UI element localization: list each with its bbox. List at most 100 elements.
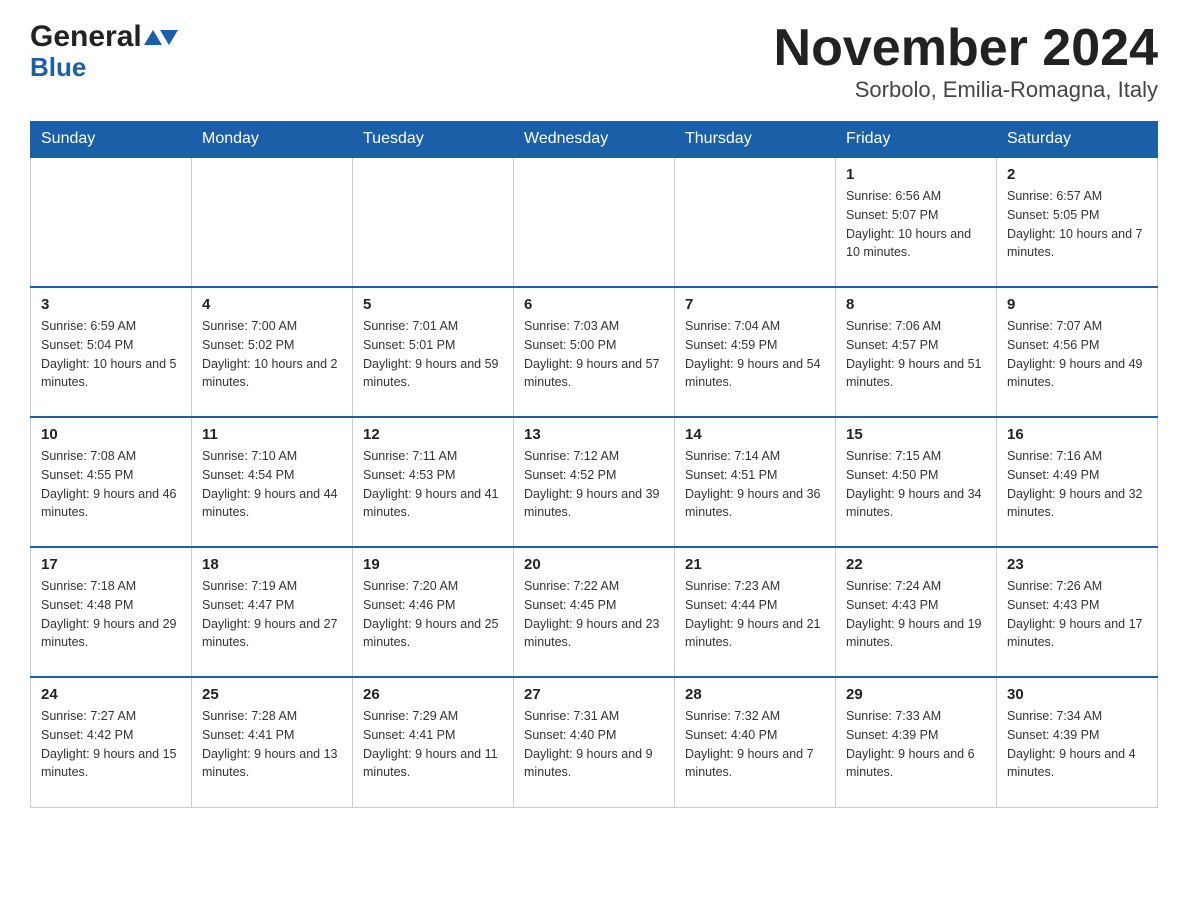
day-number: 30 — [1007, 686, 1147, 703]
calendar-cell — [514, 157, 675, 287]
calendar-cell: 7 Sunrise: 7:04 AM Sunset: 4:59 PM Daylig… — [675, 287, 836, 417]
day-number: 3 — [41, 296, 181, 313]
calendar-cell: 6 Sunrise: 7:03 AM Sunset: 5:00 PM Daylig… — [514, 287, 675, 417]
calendar-cell: 25 Sunrise: 7:28 AM Sunset: 4:41 PM Dayli… — [192, 677, 353, 807]
calendar-cell: 5 Sunrise: 7:01 AM Sunset: 5:01 PM Daylig… — [353, 287, 514, 417]
day-info: Sunrise: 7:16 AM Sunset: 4:49 PM Dayligh… — [1007, 447, 1147, 522]
day-info: Sunrise: 7:01 AM Sunset: 5:01 PM Dayligh… — [363, 317, 503, 392]
page-subtitle: Sorbolo, Emilia-Romagna, Italy — [774, 77, 1158, 103]
day-info: Sunrise: 7:19 AM Sunset: 4:47 PM Dayligh… — [202, 577, 342, 652]
day-info: Sunrise: 6:56 AM Sunset: 5:07 PM Dayligh… — [846, 187, 986, 262]
day-number: 26 — [363, 686, 503, 703]
day-info: Sunrise: 7:03 AM Sunset: 5:00 PM Dayligh… — [524, 317, 664, 392]
weekday-header-friday: Friday — [836, 122, 997, 158]
page-header: General Blue November 2024 Sorbolo, Emil… — [30, 20, 1158, 103]
day-number: 14 — [685, 426, 825, 443]
day-info: Sunrise: 7:22 AM Sunset: 4:45 PM Dayligh… — [524, 577, 664, 652]
calendar-cell: 21Sunrise: 7:23 AM Sunset: 4:44 PM Dayli… — [675, 547, 836, 677]
calendar-cell: 28 Sunrise: 7:32 AM Sunset: 4:40 PM Dayli… — [675, 677, 836, 807]
day-info: Sunrise: 7:23 AM Sunset: 4:44 PM Dayligh… — [685, 577, 825, 652]
calendar-cell: 16 Sunrise: 7:16 AM Sunset: 4:49 PM Dayli… — [997, 417, 1158, 547]
page-title: November 2024 — [774, 20, 1158, 77]
weekday-header-tuesday: Tuesday — [353, 122, 514, 158]
weekday-header-row: SundayMondayTuesdayWednesdayThursdayFrid… — [31, 122, 1158, 158]
day-info: Sunrise: 7:29 AM Sunset: 4:41 PM Dayligh… — [363, 707, 503, 782]
day-info: Sunrise: 6:57 AM Sunset: 5:05 PM Dayligh… — [1007, 187, 1147, 262]
day-info: Sunrise: 7:24 AM Sunset: 4:43 PM Dayligh… — [846, 577, 986, 652]
day-info: Sunrise: 7:28 AM Sunset: 4:41 PM Dayligh… — [202, 707, 342, 782]
day-number: 25 — [202, 686, 342, 703]
calendar-cell: 30 Sunrise: 7:34 AM Sunset: 4:39 PM Dayli… — [997, 677, 1158, 807]
calendar-week-2: 3 Sunrise: 6:59 AM Sunset: 5:04 PM Daylig… — [31, 287, 1158, 417]
day-number: 12 — [363, 426, 503, 443]
calendar-cell: 13Sunrise: 7:12 AM Sunset: 4:52 PM Dayli… — [514, 417, 675, 547]
day-number: 24 — [41, 686, 181, 703]
calendar-cell: 23 Sunrise: 7:26 AM Sunset: 4:43 PM Dayli… — [997, 547, 1158, 677]
calendar-week-4: 17 Sunrise: 7:18 AM Sunset: 4:48 PM Dayli… — [31, 547, 1158, 677]
calendar-week-5: 24 Sunrise: 7:27 AM Sunset: 4:42 PM Dayli… — [31, 677, 1158, 807]
arrow-down-icon — [160, 30, 178, 45]
calendar-cell: 9Sunrise: 7:07 AM Sunset: 4:56 PM Daylig… — [997, 287, 1158, 417]
day-number: 29 — [846, 686, 986, 703]
calendar-cell — [192, 157, 353, 287]
day-number: 6 — [524, 296, 664, 313]
day-number: 11 — [202, 426, 342, 443]
day-info: Sunrise: 7:27 AM Sunset: 4:42 PM Dayligh… — [41, 707, 181, 782]
logo-general: General — [30, 20, 142, 54]
day-number: 16 — [1007, 426, 1147, 443]
day-number: 23 — [1007, 556, 1147, 573]
day-number: 1 — [846, 166, 986, 183]
weekday-header-wednesday: Wednesday — [514, 122, 675, 158]
day-number: 8 — [846, 296, 986, 313]
day-info: Sunrise: 7:18 AM Sunset: 4:48 PM Dayligh… — [41, 577, 181, 652]
day-info: Sunrise: 7:12 AM Sunset: 4:52 PM Dayligh… — [524, 447, 664, 522]
day-info: Sunrise: 7:26 AM Sunset: 4:43 PM Dayligh… — [1007, 577, 1147, 652]
calendar-cell: 18Sunrise: 7:19 AM Sunset: 4:47 PM Dayli… — [192, 547, 353, 677]
calendar-cell: 2Sunrise: 6:57 AM Sunset: 5:05 PM Daylig… — [997, 157, 1158, 287]
calendar-cell: 1 Sunrise: 6:56 AM Sunset: 5:07 PM Daylig… — [836, 157, 997, 287]
day-number: 17 — [41, 556, 181, 573]
calendar-cell: 27Sunrise: 7:31 AM Sunset: 4:40 PM Dayli… — [514, 677, 675, 807]
day-info: Sunrise: 7:33 AM Sunset: 4:39 PM Dayligh… — [846, 707, 986, 782]
day-info: Sunrise: 7:32 AM Sunset: 4:40 PM Dayligh… — [685, 707, 825, 782]
calendar-cell: 24 Sunrise: 7:27 AM Sunset: 4:42 PM Dayli… — [31, 677, 192, 807]
logo-blue: Blue — [30, 52, 86, 83]
calendar-cell: 29 Sunrise: 7:33 AM Sunset: 4:39 PM Dayli… — [836, 677, 997, 807]
calendar-cell: 12Sunrise: 7:11 AM Sunset: 4:53 PM Dayli… — [353, 417, 514, 547]
weekday-header-saturday: Saturday — [997, 122, 1158, 158]
calendar-week-3: 10 Sunrise: 7:08 AM Sunset: 4:55 PM Dayli… — [31, 417, 1158, 547]
calendar-table: SundayMondayTuesdayWednesdayThursdayFrid… — [30, 121, 1158, 808]
day-number: 5 — [363, 296, 503, 313]
calendar-cell: 3 Sunrise: 6:59 AM Sunset: 5:04 PM Daylig… — [31, 287, 192, 417]
day-number: 10 — [41, 426, 181, 443]
day-info: Sunrise: 7:10 AM Sunset: 4:54 PM Dayligh… — [202, 447, 342, 522]
calendar-cell: 14Sunrise: 7:14 AM Sunset: 4:51 PM Dayli… — [675, 417, 836, 547]
title-area: November 2024 Sorbolo, Emilia-Romagna, I… — [774, 20, 1158, 103]
day-info: Sunrise: 7:06 AM Sunset: 4:57 PM Dayligh… — [846, 317, 986, 392]
day-number: 28 — [685, 686, 825, 703]
day-number: 27 — [524, 686, 664, 703]
day-number: 15 — [846, 426, 986, 443]
day-info: Sunrise: 7:00 AM Sunset: 5:02 PM Dayligh… — [202, 317, 342, 392]
calendar-header: SundayMondayTuesdayWednesdayThursdayFrid… — [31, 122, 1158, 158]
day-number: 22 — [846, 556, 986, 573]
calendar-cell: 8 Sunrise: 7:06 AM Sunset: 4:57 PM Daylig… — [836, 287, 997, 417]
calendar-cell — [31, 157, 192, 287]
calendar-cell: 19Sunrise: 7:20 AM Sunset: 4:46 PM Dayli… — [353, 547, 514, 677]
day-info: Sunrise: 7:04 AM Sunset: 4:59 PM Dayligh… — [685, 317, 825, 392]
logo-area: General Blue — [30, 20, 178, 83]
calendar-cell: 15Sunrise: 7:15 AM Sunset: 4:50 PM Dayli… — [836, 417, 997, 547]
calendar-cell: 22 Sunrise: 7:24 AM Sunset: 4:43 PM Dayli… — [836, 547, 997, 677]
calendar-cell: 4 Sunrise: 7:00 AM Sunset: 5:02 PM Daylig… — [192, 287, 353, 417]
day-info: Sunrise: 7:07 AM Sunset: 4:56 PM Dayligh… — [1007, 317, 1147, 392]
calendar-cell: 17 Sunrise: 7:18 AM Sunset: 4:48 PM Dayli… — [31, 547, 192, 677]
calendar-cell — [675, 157, 836, 287]
day-info: Sunrise: 7:34 AM Sunset: 4:39 PM Dayligh… — [1007, 707, 1147, 782]
day-number: 7 — [685, 296, 825, 313]
logo-icon — [144, 30, 178, 45]
calendar-week-1: 1 Sunrise: 6:56 AM Sunset: 5:07 PM Daylig… — [31, 157, 1158, 287]
calendar-cell: 11 Sunrise: 7:10 AM Sunset: 4:54 PM Dayli… — [192, 417, 353, 547]
day-info: Sunrise: 7:08 AM Sunset: 4:55 PM Dayligh… — [41, 447, 181, 522]
day-info: Sunrise: 6:59 AM Sunset: 5:04 PM Dayligh… — [41, 317, 181, 392]
day-number: 4 — [202, 296, 342, 313]
